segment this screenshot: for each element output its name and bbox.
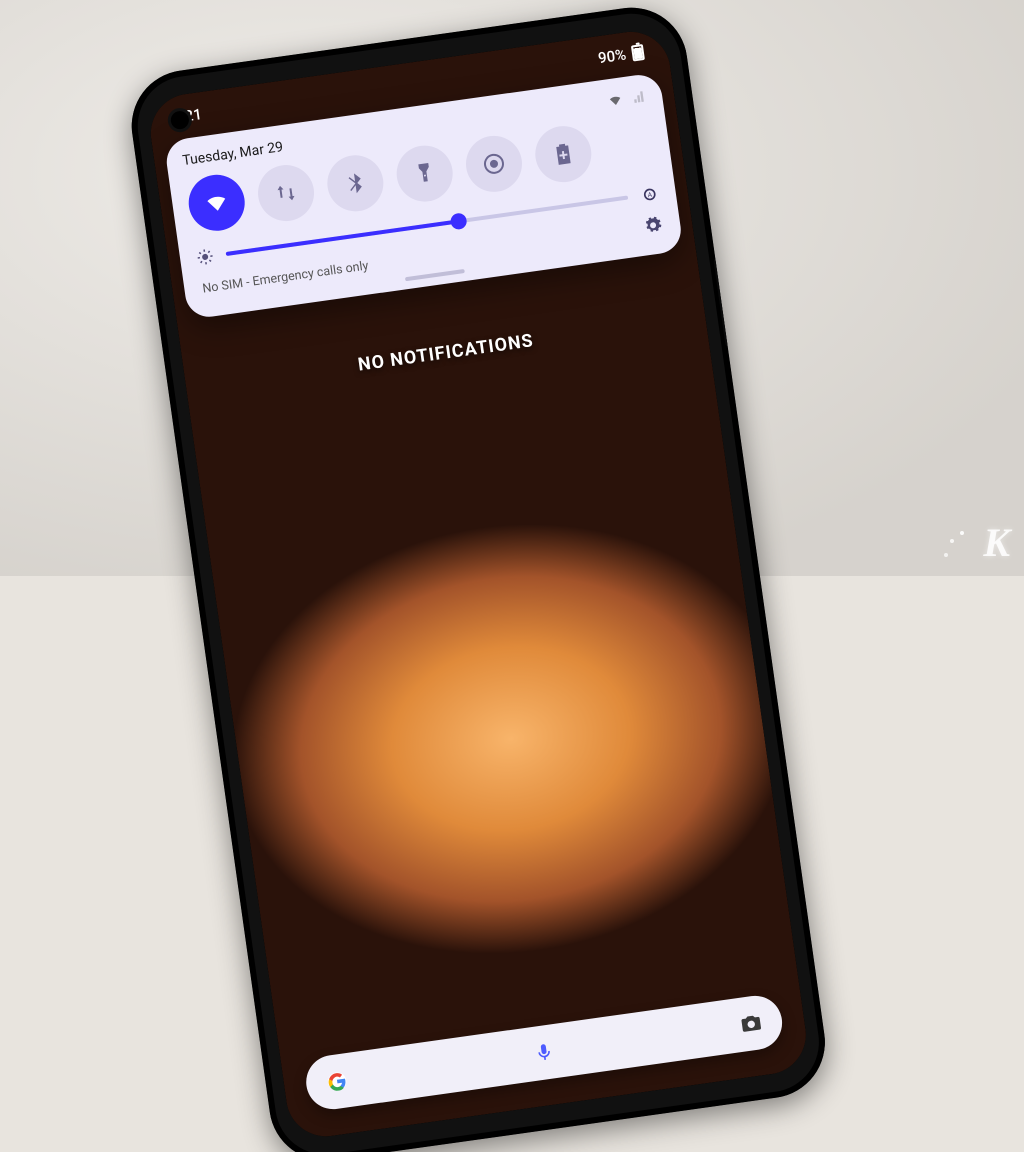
svg-text:A: A <box>647 191 653 200</box>
battery-icon <box>631 44 645 62</box>
mobile-data-icon <box>272 180 299 207</box>
scene: 4:21 90% Tuesday, Mar 29 <box>125 0 1024 772</box>
phone-frame: 4:21 90% Tuesday, Mar 29 <box>125 0 833 1152</box>
phone-screen: 4:21 90% Tuesday, Mar 29 <box>146 27 811 1142</box>
qs-tile-screen-record[interactable] <box>462 132 525 195</box>
qs-tile-wifi[interactable] <box>185 171 248 234</box>
battery-saver-icon <box>550 141 577 168</box>
qs-tile-bluetooth[interactable] <box>324 152 387 215</box>
wifi-icon <box>203 189 230 216</box>
voice-search-icon[interactable] <box>533 1041 556 1064</box>
flashlight-icon <box>411 160 438 187</box>
settings-icon[interactable] <box>643 215 663 235</box>
battery-percent: 90% <box>597 45 627 67</box>
brightness-thumb[interactable] <box>450 212 468 230</box>
qs-tile-battery-saver[interactable] <box>532 122 595 185</box>
watermark: K <box>983 519 1010 566</box>
google-icon <box>325 1069 350 1094</box>
qs-tile-flashlight[interactable] <box>393 142 456 205</box>
bluetooth-icon <box>342 170 369 197</box>
shade-date: Tuesday, Mar 29 <box>181 139 284 169</box>
screen-record-icon <box>480 150 507 177</box>
wifi-status-icon <box>607 92 623 108</box>
auto-brightness-icon[interactable]: A <box>638 183 661 206</box>
qs-tile-mobile-data[interactable] <box>254 161 317 224</box>
power-button[interactable] <box>713 257 733 347</box>
lens-icon[interactable] <box>739 1011 764 1036</box>
signal-status-icon <box>631 89 647 105</box>
brightness-low-icon <box>195 247 215 267</box>
status-right: 90% <box>597 43 645 67</box>
